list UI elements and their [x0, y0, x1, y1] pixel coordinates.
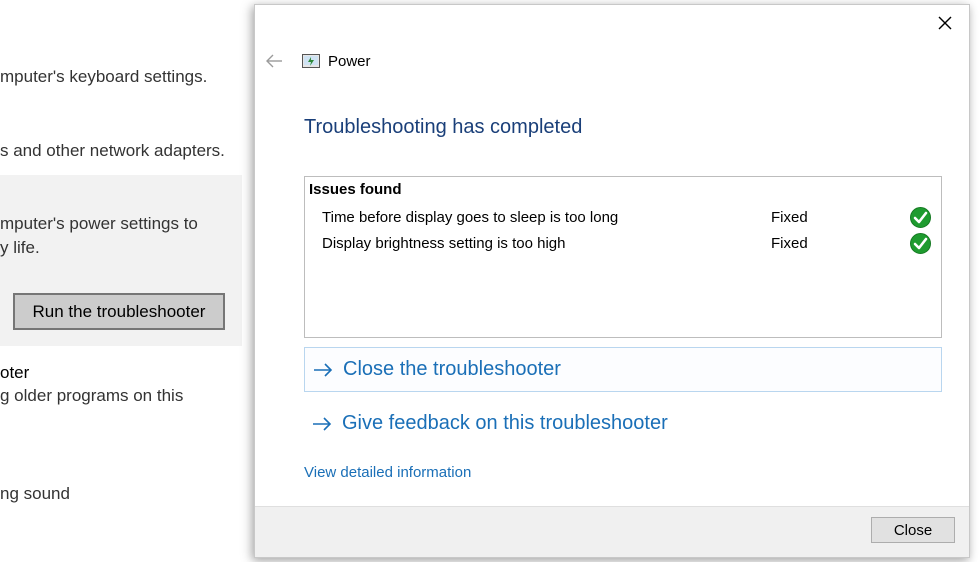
recording-audio-description: ng sound — [0, 484, 70, 503]
power-troubleshooter-icon — [302, 54, 320, 68]
issue-status: Fixed — [771, 235, 808, 252]
close-x-icon[interactable] — [935, 13, 955, 33]
issues-found-title: Issues found — [309, 181, 402, 198]
program-compatibility-description: g older programs on this — [0, 386, 184, 405]
keyboard-description: mputer's keyboard settings. — [0, 67, 208, 86]
issues-list: Issues found Time before display goes to… — [304, 176, 942, 338]
back-arrow-icon[interactable] — [265, 54, 283, 68]
completion-heading: Troubleshooting has completed — [304, 116, 583, 138]
issue-status: Fixed — [771, 209, 808, 226]
close-troubleshooter-label: Close the troubleshooter — [343, 358, 561, 380]
power-description-line1: mputer's power settings to — [0, 214, 198, 233]
right-arrow-icon — [313, 416, 332, 431]
give-feedback-label: Give feedback on this troubleshooter — [342, 412, 668, 434]
troubleshooter-dialog: Power Troubleshooting has completed Issu… — [254, 4, 970, 558]
run-troubleshooter-button[interactable]: Run the troubleshooter — [13, 293, 225, 330]
issue-description: Time before display goes to sleep is too… — [322, 209, 619, 226]
issue-row: Time before display goes to sleep is too… — [305, 207, 941, 231]
issue-description: Display brightness setting is too high — [322, 235, 566, 252]
dialog-footer: Close — [255, 506, 969, 557]
close-troubleshooter-link[interactable]: Close the troubleshooter — [304, 347, 942, 392]
program-compatibility-title: oter — [0, 363, 30, 382]
network-adapter-description: s and other network adapters. — [0, 141, 225, 160]
close-button[interactable]: Close — [871, 517, 955, 543]
power-description-line2: y life. — [0, 238, 40, 257]
view-detailed-information-link[interactable]: View detailed information — [304, 464, 471, 481]
right-arrow-icon — [314, 362, 333, 377]
give-feedback-link[interactable]: Give feedback on this troubleshooter — [304, 401, 942, 446]
issue-row: Display brightness setting is too high F… — [305, 233, 941, 257]
dialog-title: Power — [328, 53, 371, 70]
green-check-icon — [910, 207, 931, 228]
green-check-icon — [910, 233, 931, 254]
